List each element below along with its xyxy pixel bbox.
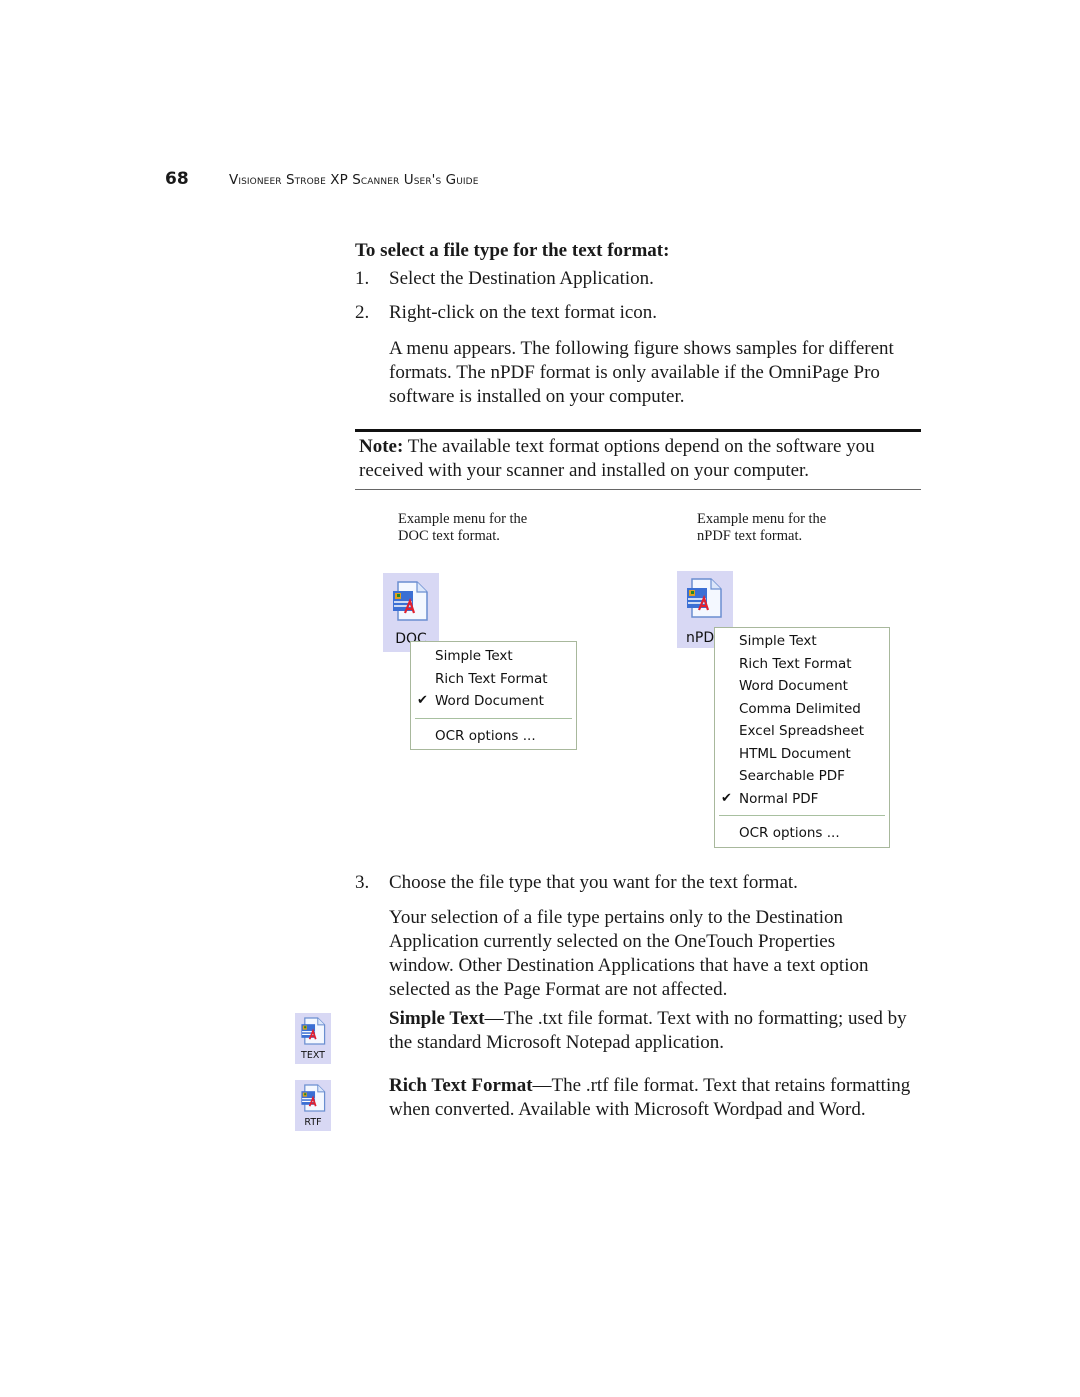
checkmark-icon: ✔ bbox=[721, 790, 732, 806]
step-2-detail: A menu appears. The following figure sho… bbox=[389, 338, 894, 407]
step-number: 3. bbox=[355, 872, 370, 893]
menu-item-label: Word Document bbox=[739, 678, 848, 694]
running-header: Visioneer Strobe XP Scanner User's Guide bbox=[229, 172, 479, 188]
doc-figure-caption: Example menu for the DOC text format. bbox=[398, 511, 527, 545]
menu-item-simple-text[interactable]: Simple Text bbox=[411, 645, 576, 668]
menu-item-label: OCR options ... bbox=[739, 825, 840, 841]
note-label: Note: bbox=[359, 436, 404, 457]
document-icon bbox=[687, 578, 722, 618]
step-1: 1. Select the Destination Application. bbox=[355, 268, 654, 290]
menu-item-normal-pdf[interactable]: ✔ Normal PDF bbox=[715, 788, 889, 811]
menu-item-label: HTML Document bbox=[739, 745, 851, 762]
doc-context-menu: Simple Text Rich Text Format ✔ Word Docum… bbox=[410, 641, 577, 750]
step-3: 3. Choose the file type that you want for… bbox=[355, 872, 798, 894]
menu-separator bbox=[719, 815, 885, 816]
format-description-rich-text: Rich Text Format—The .rtf file format. T… bbox=[389, 1074, 919, 1122]
caption-line: nPDF text format. bbox=[697, 528, 803, 544]
checkmark-icon: ✔ bbox=[417, 693, 428, 708]
menu-item-label: OCR options ... bbox=[435, 727, 536, 744]
step-text: Choose the file type that you want for t… bbox=[389, 872, 798, 893]
menu-separator bbox=[415, 717, 572, 719]
menu-item-word-document[interactable]: Word Document bbox=[715, 675, 889, 698]
step-2: 2. Right-click on the text format icon. bbox=[355, 302, 657, 324]
icon-label: TEXT bbox=[301, 1050, 325, 1061]
rtf-format-icon: RTF bbox=[295, 1080, 331, 1131]
note-text: The available text format options depend… bbox=[359, 436, 875, 481]
document-icon bbox=[301, 1017, 326, 1045]
menu-item-label: Simple Text bbox=[739, 633, 817, 649]
menu-item-label: Normal PDF bbox=[739, 790, 819, 807]
document-icon bbox=[393, 581, 428, 621]
menu-item-label: Excel Spreadsheet bbox=[739, 723, 865, 739]
step-number: 1. bbox=[355, 268, 370, 289]
caption-line: DOC text format. bbox=[398, 528, 500, 544]
menu-item-rich-text-format[interactable]: Rich Text Format bbox=[411, 668, 576, 691]
menu-item-label: Simple Text bbox=[435, 648, 513, 664]
menu-item-excel-spreadsheet[interactable]: Excel Spreadsheet bbox=[715, 720, 889, 743]
step-number: 2. bbox=[355, 302, 370, 323]
menu-item-simple-text[interactable]: Simple Text bbox=[715, 630, 889, 653]
step-text: Select the Destination Application. bbox=[389, 268, 654, 289]
menu-item-ocr-options[interactable]: OCR options ... bbox=[715, 822, 889, 845]
page-number: 68 bbox=[165, 169, 189, 189]
menu-item-label: Searchable PDF bbox=[739, 768, 845, 784]
menu-item-html-document[interactable]: HTML Document bbox=[715, 743, 889, 766]
document-icon bbox=[301, 1084, 326, 1112]
menu-item-searchable-pdf[interactable]: Searchable PDF bbox=[715, 765, 889, 788]
caption-line: Example menu for the bbox=[398, 511, 528, 527]
menu-item-label: Word Document bbox=[435, 693, 544, 709]
note-box: Note: The available text format options … bbox=[355, 429, 921, 490]
procedure-title: To select a file type for the text forma… bbox=[355, 240, 670, 261]
format-term: Rich Text Format bbox=[389, 1075, 533, 1096]
menu-item-comma-delimited[interactable]: Comma Delimited bbox=[715, 698, 889, 721]
menu-item-word-document[interactable]: ✔ Word Document bbox=[411, 690, 576, 713]
format-term: Simple Text bbox=[389, 1008, 485, 1029]
npdf-figure-caption: Example menu for the nPDF text format. bbox=[697, 511, 826, 545]
text-format-icon: TEXT bbox=[295, 1013, 331, 1064]
format-description-simple-text: Simple Text—The .txt file format. Text w… bbox=[389, 1007, 919, 1055]
menu-item-ocr-options[interactable]: OCR options ... bbox=[411, 725, 576, 748]
menu-item-rich-text-format[interactable]: Rich Text Format bbox=[715, 653, 889, 676]
icon-label: RTF bbox=[304, 1117, 322, 1128]
step-text: Right-click on the text format icon. bbox=[389, 302, 658, 323]
caption-line: Example menu for the bbox=[697, 511, 827, 527]
step-3-detail: Your selection of a file type pertains o… bbox=[389, 907, 869, 1000]
npdf-context-menu: Simple Text Rich Text Format Word Docume… bbox=[714, 627, 890, 848]
menu-item-label: Comma Delimited bbox=[739, 700, 861, 717]
menu-item-label: Rich Text Format bbox=[435, 670, 548, 687]
menu-item-label: Rich Text Format bbox=[739, 655, 852, 672]
